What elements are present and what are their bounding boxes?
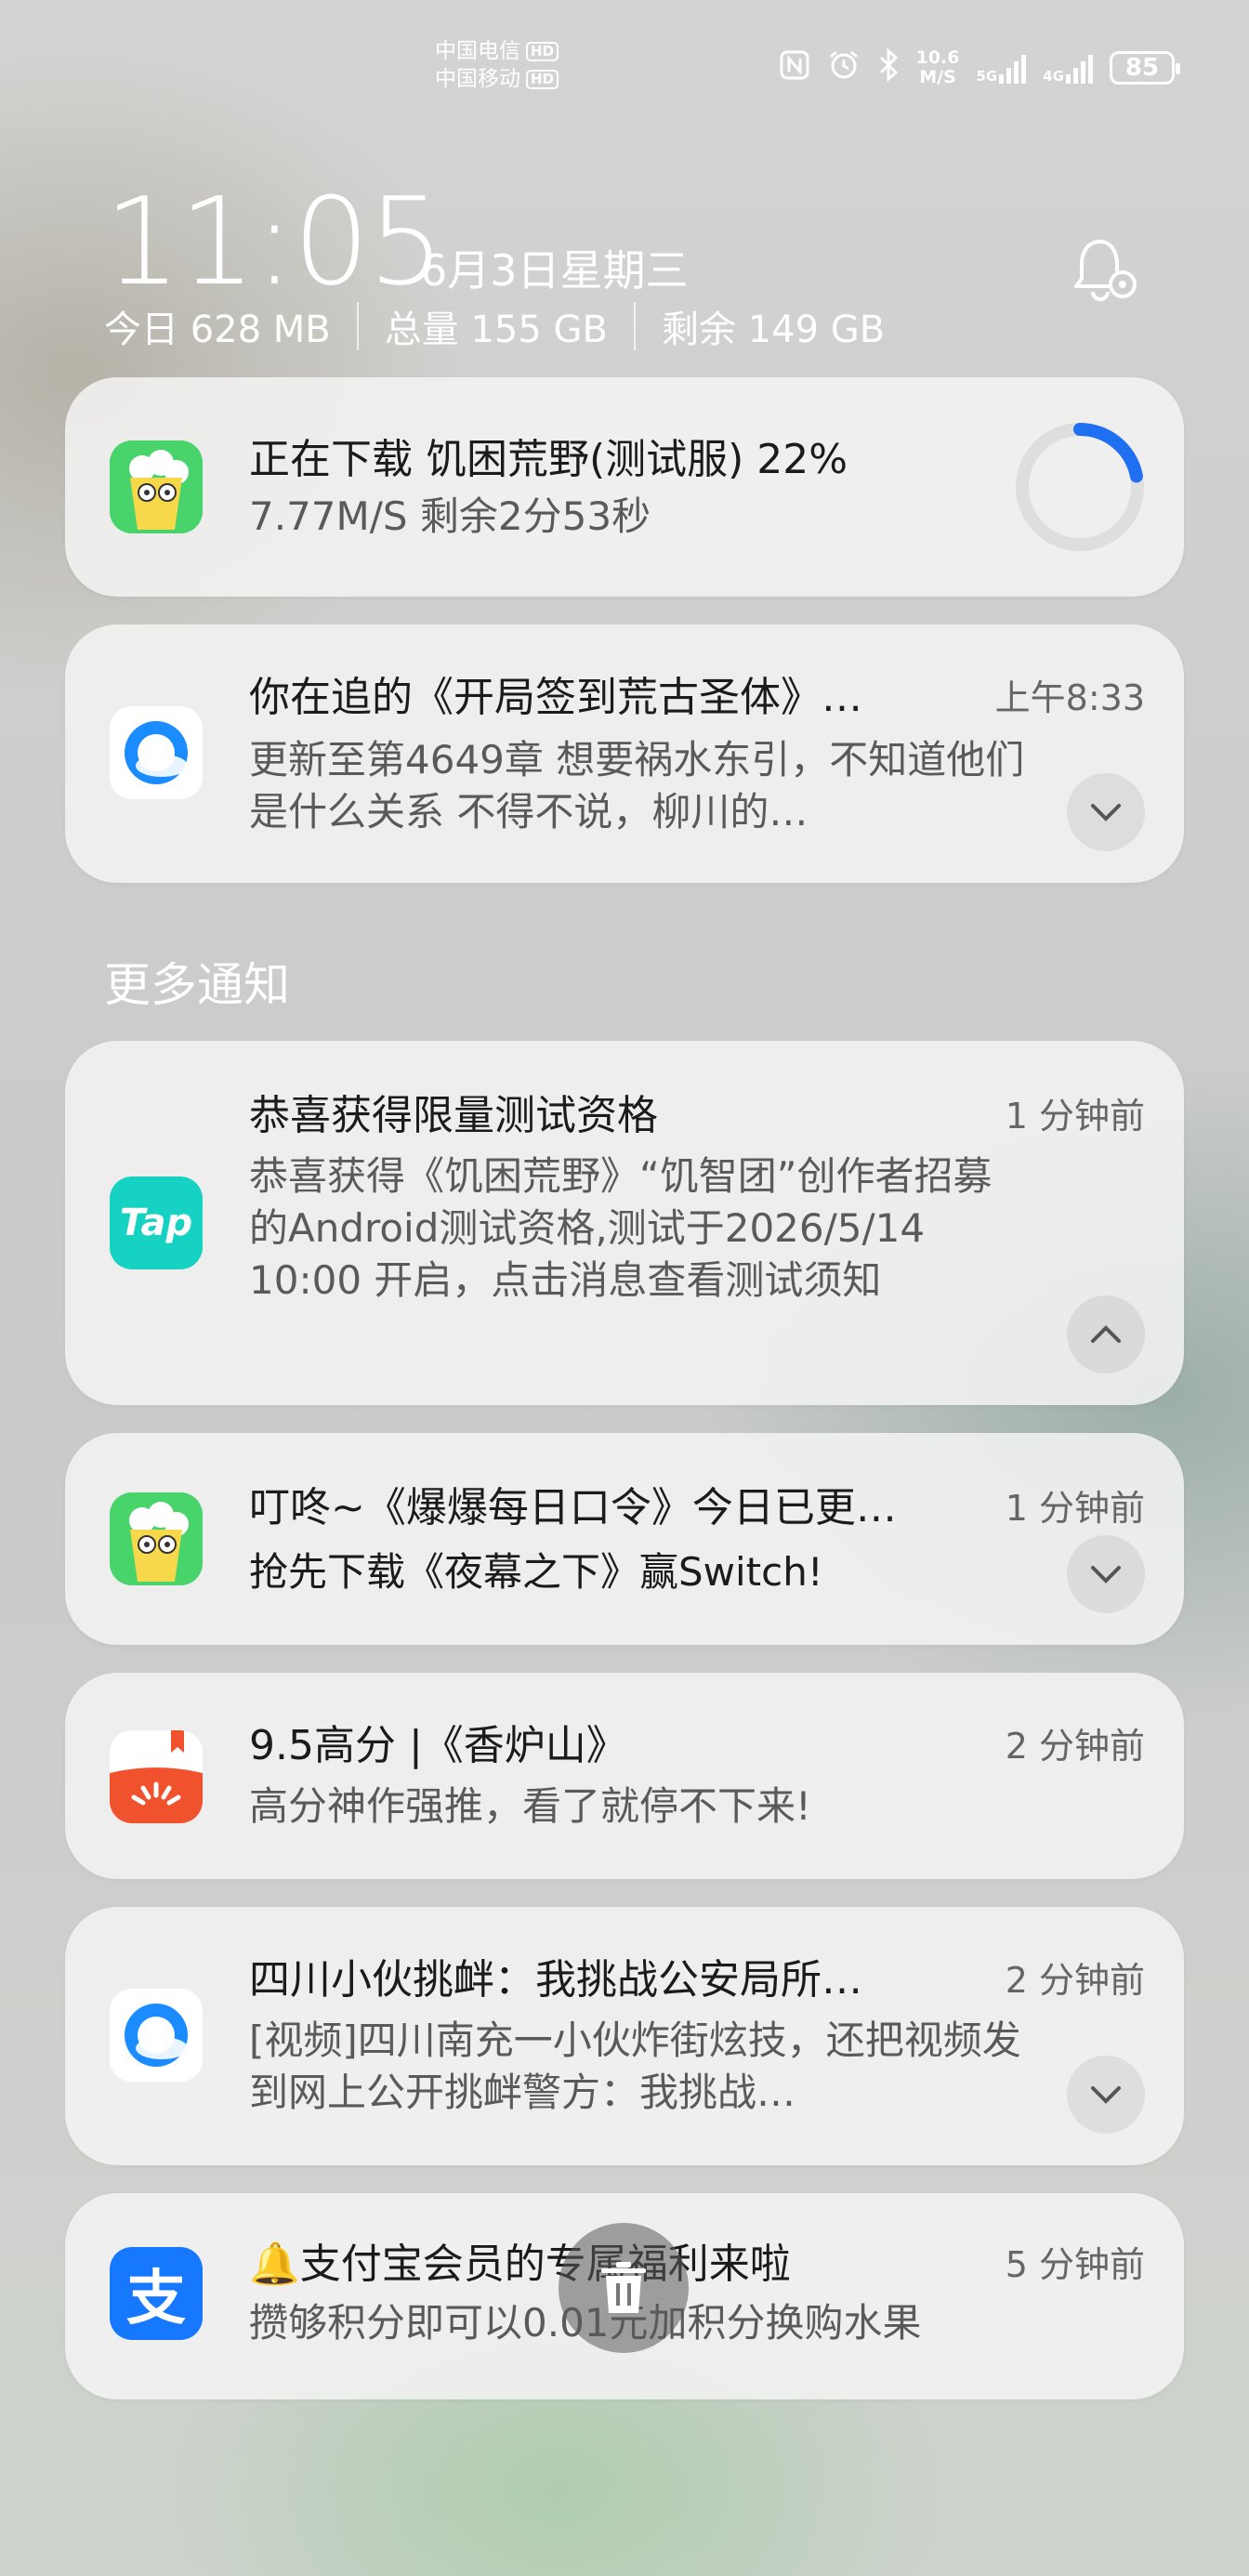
notification-card[interactable]: 9.5高分 |《香炉山》 2 分钟前 高分神作强推，看了就停不下来! <box>65 1673 1184 1879</box>
status-icons: 10.6 M/S 5G 4G 85 <box>779 47 1180 87</box>
clock-time: 11:05 <box>104 171 445 312</box>
chevron-down-icon <box>1091 2086 1121 2104</box>
notification-card[interactable]: Tap 恭喜获得限量测试资格 1 分钟前 恭喜获得《饥困荒野》“饥智团”创作者招… <box>65 1041 1184 1405</box>
notification-time: 1 分钟前 <box>1005 1096 1145 1137</box>
storage-total: 总量 155 GB <box>384 309 608 351</box>
trash-icon <box>601 2262 646 2313</box>
signal-1: 5G <box>977 52 1027 84</box>
net1-type: 5G <box>976 68 998 85</box>
divider <box>356 302 359 350</box>
alipay-icon: 支 <box>110 2247 203 2340</box>
chevron-down-icon <box>1091 804 1121 821</box>
notification-body: 更新至第4649章 想要祸水东引，不知道他们是什么关系 不得不说，柳川的… <box>249 737 1025 835</box>
download-status: 7.77M/S 剩余2分53秒 <box>249 493 651 539</box>
nfc-icon <box>779 49 810 86</box>
expand-button[interactable] <box>1067 773 1145 851</box>
carrier2-label: 中国移动 <box>435 67 520 91</box>
notification-time: 上午8:33 <box>994 677 1145 718</box>
notification-card[interactable]: 四川小伙挑衅：我挑战公安局所… 2 分钟前 [视频]四川南充一小伙炸街炫技，还把… <box>65 1907 1184 2165</box>
storage-info: 今日 628 MB 总量 155 GB 剩余 149 GB <box>104 299 885 353</box>
net-speed-unit: M/S <box>919 67 956 87</box>
bluetooth-icon <box>877 47 900 87</box>
collapse-button[interactable] <box>1067 1295 1145 1373</box>
carrier-info: 中国电信 HD 中国移动 HD <box>435 37 559 93</box>
carrier1-label: 中国电信 <box>435 39 520 63</box>
download-progress-ring <box>1013 420 1147 554</box>
notification-body: 恭喜获得《饥困荒野》“饥智团”创作者招募的Android测试资格,测试于2026… <box>249 1153 993 1303</box>
notification-time: 2 分钟前 <box>1005 1726 1145 1767</box>
notification-time: 5 分钟前 <box>1005 2244 1145 2285</box>
game-popcorn-icon <box>110 1492 203 1585</box>
qq-browser-icon <box>110 1989 203 2082</box>
hd-badge: HD <box>526 69 559 89</box>
notification-title: 你在追的《开局签到荒古圣体》… <box>249 674 862 721</box>
signal-2: 4G <box>1043 52 1093 84</box>
clear-all-button[interactable] <box>559 2223 689 2353</box>
notification-body: 高分神作强推，看了就停不下来! <box>249 1783 811 1829</box>
notification-title: 9.5高分 |《香炉山》 <box>249 1722 627 1769</box>
more-notifications-heading: 更多通知 <box>104 958 290 1012</box>
net-speed-value: 10.6 <box>915 47 960 68</box>
clock-date: 6月3日星期三 <box>420 245 689 296</box>
game-popcorn-icon <box>110 440 203 533</box>
notification-body: 抢先下载《夜幕之下》赢Switch! <box>249 1549 823 1595</box>
download-title: 正在下载 饥困荒野(测试服) 22% <box>249 436 848 483</box>
notification-card[interactable]: 你在追的《开局签到荒古圣体》… 上午8:33 更新至第4649章 想要祸水东引，… <box>65 624 1184 883</box>
expand-button[interactable] <box>1067 1535 1145 1613</box>
storage-today: 今日 628 MB <box>104 309 331 351</box>
tomato-novel-icon <box>110 1730 203 1823</box>
taptap-icon: Tap <box>110 1176 203 1269</box>
alarm-icon <box>827 48 861 87</box>
notification-title: 恭喜获得限量测试资格 <box>249 1092 658 1139</box>
chevron-down-icon <box>1091 1566 1121 1584</box>
chevron-up-icon <box>1091 1325 1121 1343</box>
net2-type: 4G <box>1043 68 1064 85</box>
expand-button[interactable] <box>1067 2056 1145 2134</box>
notification-title: 四川小伙挑衅：我挑战公安局所… <box>249 1956 862 2004</box>
alipay-logo-text: 支 <box>126 2265 186 2333</box>
qq-browser-icon <box>110 706 203 799</box>
net-speed: 10.6 M/S <box>916 48 960 87</box>
notification-card[interactable]: 叮咚~《爆爆每日口令》今日已更… 1 分钟前 抢先下载《夜幕之下》赢Switch… <box>65 1433 1184 1645</box>
signal-bars-icon <box>1066 52 1093 84</box>
signal-bars-icon <box>999 52 1027 84</box>
download-notification[interactable]: 正在下载 饥困荒野(测试服) 22% 7.77M/S 剩余2分53秒 <box>65 377 1184 597</box>
taptap-logo-text: Tap <box>119 1202 193 1244</box>
notification-time: 1 分钟前 <box>1005 1488 1145 1529</box>
notification-body: [视频]四川南充一小伙炸街炫技，还把视频发到网上公开挑衅警方：我挑战… <box>249 2017 1021 2115</box>
notification-title: 叮咚~《爆爆每日口令》今日已更… <box>249 1484 897 1531</box>
battery-indicator: 85 <box>1110 51 1180 85</box>
divider <box>633 302 636 350</box>
storage-free: 剩余 149 GB <box>661 309 886 351</box>
notification-time: 2 分钟前 <box>1005 1960 1145 2001</box>
notification-settings-icon[interactable] <box>1069 232 1141 307</box>
hd-badge: HD <box>526 41 559 61</box>
